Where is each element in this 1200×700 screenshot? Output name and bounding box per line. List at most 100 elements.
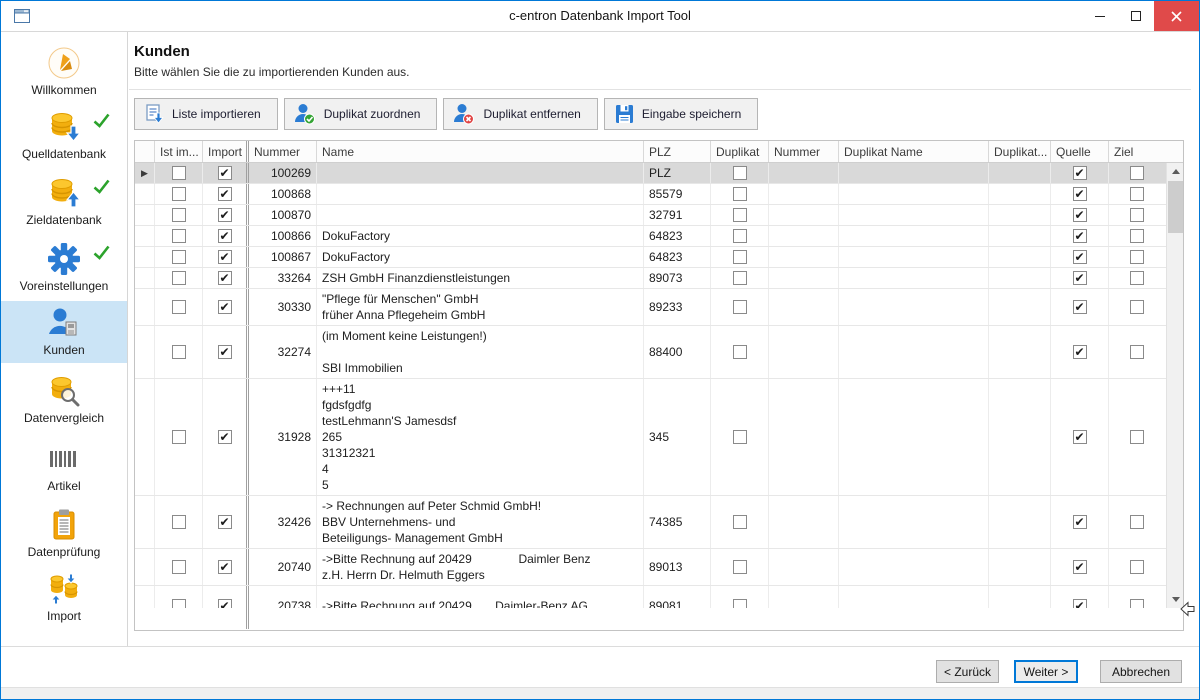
sidebar-item-zieldatenbank[interactable]: Zieldatenbank — [1, 171, 127, 235]
cancel-button[interactable]: Abbrechen — [1100, 660, 1182, 683]
ziel-checkbox[interactable] — [1130, 229, 1144, 243]
ist-importiert-checkbox[interactable] — [172, 345, 186, 359]
duplikat-checkbox[interactable] — [733, 187, 747, 201]
ist-importiert-checkbox[interactable] — [172, 430, 186, 444]
import-checkbox[interactable]: ✔ — [218, 187, 232, 201]
import-checkbox[interactable]: ✔ — [218, 430, 232, 444]
back-button[interactable]: < Zurück — [936, 660, 999, 683]
close-button[interactable] — [1154, 1, 1199, 31]
ist-importiert-checkbox[interactable] — [172, 515, 186, 529]
duplikat-checkbox[interactable] — [733, 250, 747, 264]
duplikat-checkbox[interactable] — [733, 229, 747, 243]
import-checkbox[interactable]: ✔ — [218, 166, 232, 180]
duplikat-checkbox[interactable] — [733, 430, 747, 444]
quelle-checkbox[interactable]: ✔ — [1073, 345, 1087, 359]
ziel-checkbox[interactable] — [1130, 599, 1144, 609]
sidebar-item-willkommen[interactable]: Willkommen — [1, 41, 127, 101]
ist-importiert-checkbox[interactable] — [172, 300, 186, 314]
duplikat-checkbox[interactable] — [733, 271, 747, 285]
ziel-checkbox[interactable] — [1130, 345, 1144, 359]
eingabe-speichern-button[interactable]: Eingabe speichern — [604, 98, 758, 130]
sidebar-item-import[interactable]: Import — [1, 567, 127, 631]
header-ist-importiert[interactable]: Ist im... — [155, 141, 203, 162]
next-button[interactable]: Weiter > — [1014, 660, 1078, 683]
duplikat-checkbox[interactable] — [733, 560, 747, 574]
table-row[interactable]: ✔100867DokuFactory64823✔ — [135, 247, 1168, 268]
table-row[interactable]: ✔32426-> Rechnungen auf Peter Schmid Gmb… — [135, 496, 1168, 549]
duplikat-checkbox[interactable] — [733, 166, 747, 180]
duplikat-checkbox[interactable] — [733, 345, 747, 359]
ziel-checkbox[interactable] — [1130, 271, 1144, 285]
table-row[interactable]: ✔33264ZSH GmbH Finanzdienstleistungen890… — [135, 268, 1168, 289]
import-checkbox[interactable]: ✔ — [218, 300, 232, 314]
quelle-checkbox[interactable]: ✔ — [1073, 599, 1087, 609]
ziel-checkbox[interactable] — [1130, 430, 1144, 444]
ziel-checkbox[interactable] — [1130, 166, 1144, 180]
table-row[interactable]: ✔10087032791✔ — [135, 205, 1168, 226]
scroll-up-button[interactable] — [1167, 163, 1183, 180]
import-checkbox[interactable]: ✔ — [218, 229, 232, 243]
ist-importiert-checkbox[interactable] — [172, 599, 186, 609]
sidebar-item-artikel[interactable]: Artikel — [1, 437, 127, 501]
quelle-checkbox[interactable]: ✔ — [1073, 430, 1087, 444]
ziel-checkbox[interactable] — [1130, 515, 1144, 529]
duplikat-checkbox[interactable] — [733, 515, 747, 529]
quelle-checkbox[interactable]: ✔ — [1073, 271, 1087, 285]
sidebar-item-datenvergleich[interactable]: Datenvergleich — [1, 369, 127, 433]
header-plz[interactable]: PLZ — [644, 141, 711, 162]
ist-importiert-checkbox[interactable] — [172, 208, 186, 222]
header-name[interactable]: Name — [317, 141, 644, 162]
duplikat-checkbox[interactable] — [733, 300, 747, 314]
header-duplikat-nummer[interactable]: Nummer — [769, 141, 839, 162]
ist-importiert-checkbox[interactable] — [172, 271, 186, 285]
sidebar-item-quelldatenbank[interactable]: Quelldatenbank — [1, 105, 127, 169]
header-duplikat[interactable]: Duplikat — [711, 141, 769, 162]
header-import[interactable]: Import — [203, 141, 249, 162]
scrollbar-thumb[interactable] — [1168, 181, 1183, 233]
table-row[interactable]: ▶✔100269PLZ✔ — [135, 163, 1168, 184]
liste-importieren-button[interactable]: Liste importieren — [134, 98, 278, 130]
ziel-checkbox[interactable] — [1130, 187, 1144, 201]
import-checkbox[interactable]: ✔ — [218, 515, 232, 529]
sidebar-item-voreinstellungen[interactable]: Voreinstellungen — [1, 237, 127, 301]
table-row[interactable]: ✔31928+++11 fgdsfgdfg testLehmann'S Jame… — [135, 379, 1168, 496]
vertical-scrollbar[interactable] — [1166, 163, 1183, 608]
import-checkbox[interactable]: ✔ — [218, 250, 232, 264]
header-nummer[interactable]: Nummer — [249, 141, 317, 162]
table-row[interactable]: ✔20738->Bitte Rechnung auf 20429 Daimler… — [135, 586, 1168, 608]
ziel-checkbox[interactable] — [1130, 300, 1144, 314]
quelle-checkbox[interactable]: ✔ — [1073, 250, 1087, 264]
maximize-button[interactable] — [1118, 1, 1154, 31]
duplikat-zuordnen-button[interactable]: Duplikat zuordnen — [284, 98, 438, 130]
sidebar-item-datenpruefung[interactable]: Datenprüfung — [1, 503, 127, 567]
import-checkbox[interactable]: ✔ — [218, 560, 232, 574]
minimize-button[interactable] — [1082, 1, 1118, 31]
quelle-checkbox[interactable]: ✔ — [1073, 560, 1087, 574]
ist-importiert-checkbox[interactable] — [172, 187, 186, 201]
table-row[interactable]: ✔20740->Bitte Rechnung auf 20429 Daimler… — [135, 549, 1168, 586]
quelle-checkbox[interactable]: ✔ — [1073, 300, 1087, 314]
sidebar-item-kunden[interactable]: Kunden — [1, 301, 127, 363]
import-checkbox[interactable]: ✔ — [218, 271, 232, 285]
table-row[interactable]: ✔100866DokuFactory64823✔ — [135, 226, 1168, 247]
table-row[interactable]: ✔32274(im Moment keine Leistungen!) SBI … — [135, 326, 1168, 379]
ziel-checkbox[interactable] — [1130, 208, 1144, 222]
ist-importiert-checkbox[interactable] — [172, 250, 186, 264]
quelle-checkbox[interactable]: ✔ — [1073, 229, 1087, 243]
ist-importiert-checkbox[interactable] — [172, 560, 186, 574]
import-checkbox[interactable]: ✔ — [218, 208, 232, 222]
ziel-checkbox[interactable] — [1130, 560, 1144, 574]
quelle-checkbox[interactable]: ✔ — [1073, 515, 1087, 529]
header-duplikat-name[interactable]: Duplikat Name — [839, 141, 989, 162]
table-row[interactable]: ✔10086885579✔ — [135, 184, 1168, 205]
quelle-checkbox[interactable]: ✔ — [1073, 187, 1087, 201]
import-checkbox[interactable]: ✔ — [218, 345, 232, 359]
header-ziel[interactable]: Ziel — [1109, 141, 1165, 162]
ziel-checkbox[interactable] — [1130, 250, 1144, 264]
duplikat-entfernen-button[interactable]: Duplikat entfernen — [443, 98, 597, 130]
ist-importiert-checkbox[interactable] — [172, 229, 186, 243]
duplikat-checkbox[interactable] — [733, 208, 747, 222]
import-checkbox[interactable]: ✔ — [218, 599, 232, 609]
table-row[interactable]: ✔30330"Pflege für Menschen" GmbH früher … — [135, 289, 1168, 326]
ist-importiert-checkbox[interactable] — [172, 166, 186, 180]
